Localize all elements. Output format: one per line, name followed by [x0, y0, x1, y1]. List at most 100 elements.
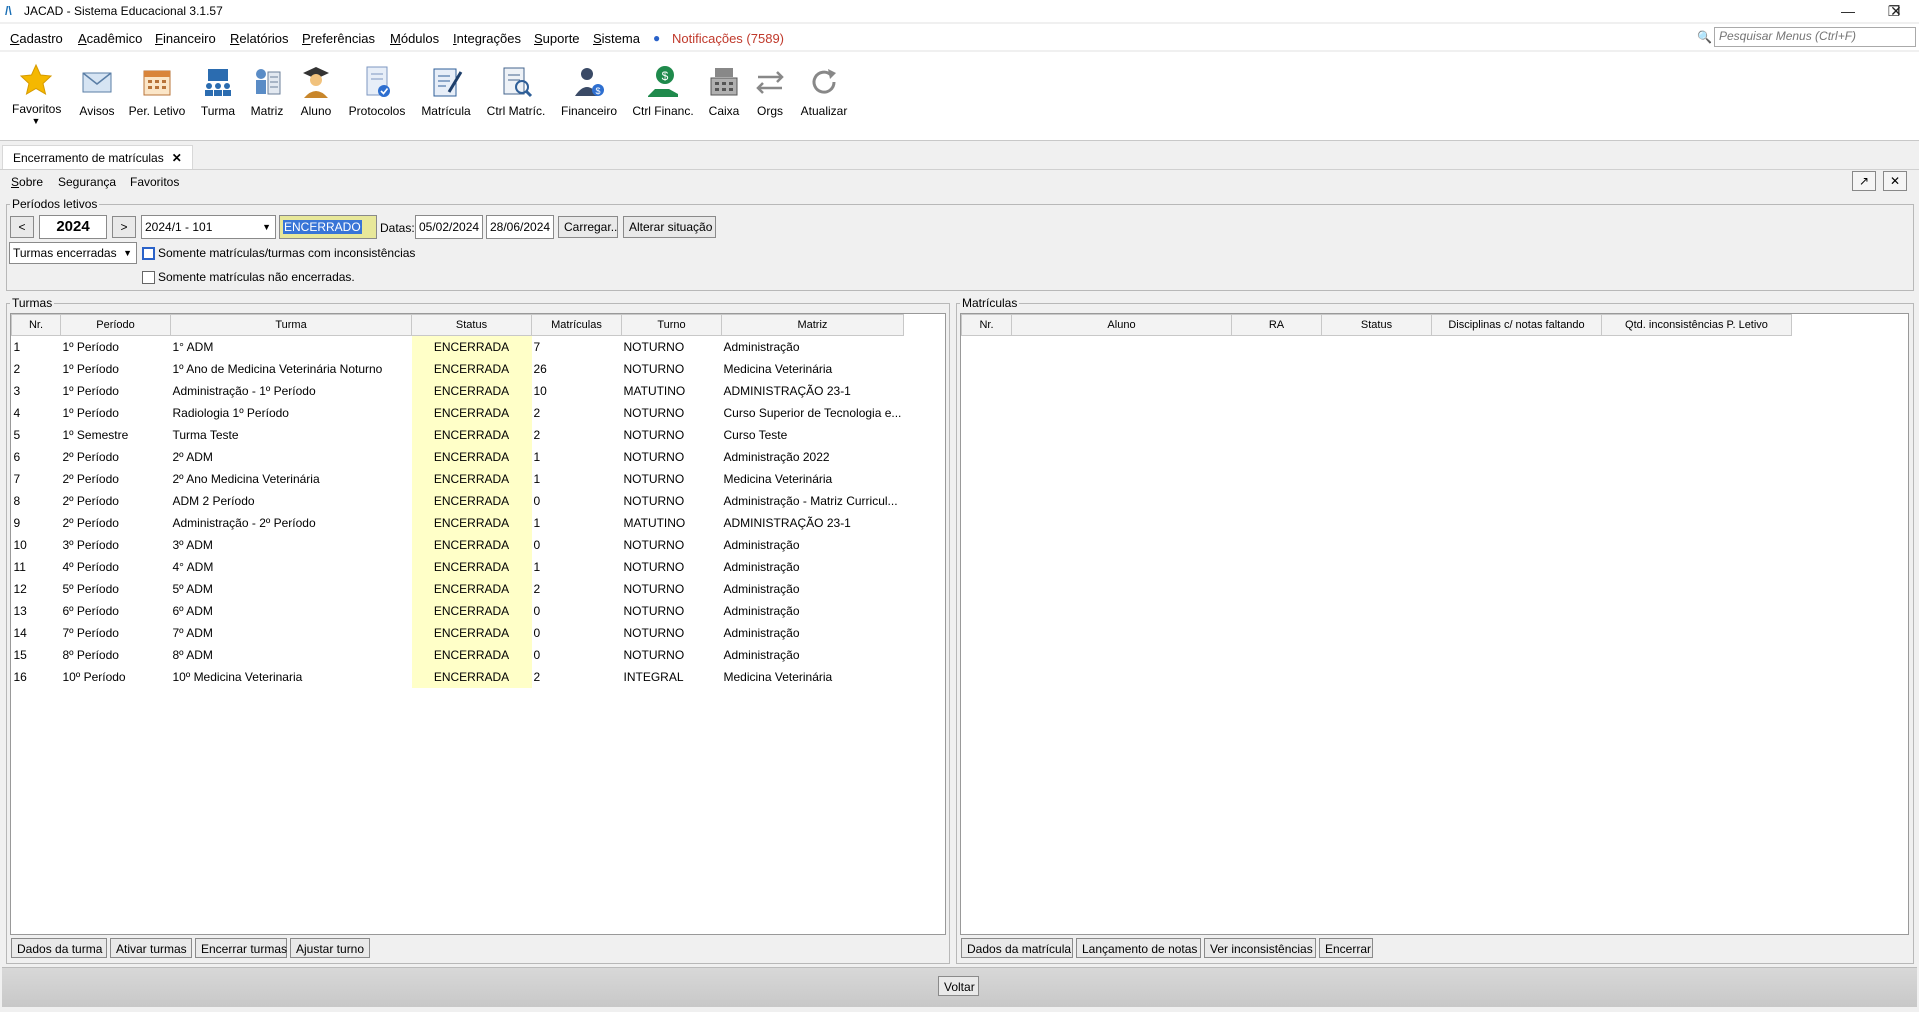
toolbar-matricula[interactable]: Matrícula [418, 64, 474, 118]
turmas-column-header[interactable]: Período [60, 314, 171, 336]
turmas-table: Nr. Período Turma Status Matrículas Turno Matr… [11, 314, 904, 688]
submenu-favoritos[interactable]: Favoritos [130, 175, 179, 189]
table-cell: 13 [13, 604, 27, 618]
table-cell: 9 [13, 516, 21, 530]
table-row[interactable]: 10 3º Período 3º ADM ENCERRADA 0 NOTURNO Admin… [12, 534, 904, 556]
turmas-title: Turmas [10, 296, 55, 310]
table-cell: Administração [723, 560, 800, 574]
toolbar-ctrl-financ[interactable]: $ Ctrl Financ. [630, 64, 696, 118]
prev-year-button[interactable]: < [10, 216, 34, 238]
voltar-button[interactable]: Voltar [938, 976, 979, 996]
table-row[interactable]: 5 1º Semestre Turma Teste ENCERRADA 2 NOTURNO… [12, 424, 904, 446]
toolbar-caixa[interactable]: Caixa [705, 64, 743, 118]
data-fim-field[interactable]: 28/06/2024 [486, 215, 554, 239]
detach-icon[interactable]: ↗ [1852, 171, 1876, 191]
menu-search-input[interactable] [1715, 28, 1913, 44]
matriculas-column-header[interactable]: Disciplinas c/ notas faltando [1431, 314, 1602, 336]
nao-encerradas-checkbox[interactable] [142, 271, 155, 284]
inconsistencias-checkbox[interactable] [142, 247, 155, 260]
student-icon [303, 67, 329, 98]
table-cell: ENCERRADA [411, 402, 532, 424]
matriculas-column-header[interactable]: Qtd. inconsistências P. Letivo [1601, 314, 1792, 336]
menu-modulos[interactable]: Módulos [390, 31, 439, 46]
submenu-seguranca[interactable]: Segurança [58, 175, 116, 189]
toolbar-turma[interactable]: Turma [198, 64, 238, 118]
table-cell: 8º ADM [172, 648, 213, 662]
ajustar-turno-button[interactable]: Ajustar turno [290, 938, 370, 958]
turmas-column-header[interactable]: Matrículas [531, 314, 622, 336]
menu-preferencias[interactable]: Preferências [302, 31, 375, 46]
table-cell: ENCERRADA [411, 556, 532, 578]
table-row[interactable]: 12 5º Período 5º ADM ENCERRADA 2 NOTURNO Admin… [12, 578, 904, 600]
table-cell: 1° ADM [172, 340, 214, 354]
encerrar-turmas-button[interactable]: Encerrar turmas [195, 938, 287, 958]
toolbar-protocolos[interactable]: Protocolos [346, 64, 408, 118]
turmas-column-header[interactable]: Turma [170, 314, 412, 336]
menu-academico[interactable]: Acadêmico [78, 31, 142, 46]
turmas-column-header[interactable]: Matriz [721, 314, 904, 336]
next-year-button[interactable]: > [112, 216, 136, 238]
table-row[interactable]: 6 2º Período 2º ADM ENCERRADA 1 NOTURNO Admini… [12, 446, 904, 468]
submenu-sobre[interactable]: Sobre [11, 175, 43, 189]
toolbar-favoritos[interactable]: Favoritos ▼ [12, 62, 61, 126]
tab-encerramento-matriculas[interactable]: Encerramento de matrículas ✕ [2, 145, 193, 170]
alterar-situacao-button[interactable]: Alterar situação [623, 216, 716, 238]
toolbar-orgs[interactable]: Orgs [752, 64, 788, 118]
table-cell: 2 [13, 362, 21, 376]
ativar-turmas-button[interactable]: Ativar turmas [110, 938, 192, 958]
toolbar-financeiro[interactable]: $ Financeiro [558, 64, 620, 118]
table-row[interactable]: 7 2º Período 2º Ano Medicina Veterinária EN… [12, 468, 904, 490]
matriculas-column-header[interactable]: Aluno [1011, 314, 1232, 336]
table-cell: MATUTINO [623, 516, 686, 530]
table-row[interactable]: 8 2º Período ADM 2 Período ENCERRADA 0 NOTURN… [12, 490, 904, 512]
table-row[interactable]: 11 4º Período 4° ADM ENCERRADA 1 NOTURNO Admin… [12, 556, 904, 578]
matriculas-column-header[interactable]: Nr. [961, 314, 1012, 336]
close-panel-icon[interactable]: ✕ [1883, 171, 1907, 191]
lancamento-notas-button[interactable]: Lançamento de notas [1076, 938, 1201, 958]
table-row[interactable]: 1 1º Período 1° ADM ENCERRADA 7 NOTURNO Admini… [12, 335, 904, 358]
toolbar-atualizar[interactable]: Atualizar [797, 64, 851, 118]
toolbar-matriz[interactable]: Matriz [248, 64, 286, 118]
matriculas-column-header[interactable]: RA [1231, 314, 1322, 336]
carregar-button[interactable]: Carregar.. [558, 216, 618, 238]
table-row[interactable]: 16 10º Período 10º Medicina Veterinaria ENC… [12, 666, 904, 688]
notifications-link[interactable]: Notificações (7589) [672, 31, 784, 46]
toolbar-avisos[interactable]: Avisos [74, 64, 120, 118]
toolbar-per-letivo[interactable]: Per. Letivo [128, 64, 186, 118]
menu-suporte[interactable]: Suporte [534, 31, 580, 46]
close-window-button[interactable]: ✕ [1873, 0, 1919, 22]
dados-matricula-button[interactable]: Dados da matrícula [961, 938, 1073, 958]
table-row[interactable]: 13 6º Período 6º ADM ENCERRADA 0 NOTURNO Admin… [12, 600, 904, 622]
table-row[interactable]: 9 2º Período Administração - 2º Período ENC… [12, 512, 904, 534]
turmas-column-header[interactable]: Nr. [11, 314, 61, 336]
toolbar-aluno[interactable]: Aluno [295, 64, 337, 118]
table-row[interactable]: 4 1º Período Radiologia 1º Período ENCERRAD… [12, 402, 904, 424]
minimize-button[interactable]: — [1825, 0, 1871, 22]
dados-turma-button[interactable]: Dados da turma [11, 938, 107, 958]
menu-integracoes[interactable]: Integrações [453, 31, 521, 46]
year-field[interactable]: 2024 [39, 215, 107, 239]
table-row[interactable]: 14 7º Período 7º ADM ENCERRADA 0 NOTURNO Admin… [12, 622, 904, 644]
turmas-column-header[interactable]: Turno [621, 314, 722, 336]
table-row[interactable]: 15 8º Período 8º ADM ENCERRADA 0 NOTURNO Admin… [12, 644, 904, 666]
filtro-turmas-select[interactable]: Turmas encerradas ▼ [9, 242, 137, 264]
close-tab-icon[interactable]: ✕ [172, 151, 182, 165]
encerrar-button[interactable]: Encerrar [1319, 938, 1373, 958]
toolbar-ctrl-matric[interactable]: Ctrl Matríc. [484, 64, 548, 118]
periodo-select[interactable]: 2024/1 - 101 ▼ [141, 215, 276, 239]
menu-relatorios[interactable]: Relatórios [230, 31, 289, 46]
data-inicio-field[interactable]: 05/02/2024 [415, 215, 483, 239]
table-row[interactable]: 3 1º Período Administração - 1º Período ENC… [12, 380, 904, 402]
situacao-field[interactable]: ENCERRADO [279, 215, 377, 239]
table-cell: 6 [13, 450, 21, 464]
turmas-column-header[interactable]: Status [411, 314, 532, 336]
table-cell: ENCERRADA [411, 666, 532, 688]
menu-cadastro[interactable]: Cadastro [10, 31, 63, 46]
ver-inconsistencias-button[interactable]: Ver inconsistências [1204, 938, 1316, 958]
table-cell: Administração [723, 604, 800, 618]
table-row[interactable]: 2 1º Período 1º Ano de Medicina Veterinári… [12, 358, 904, 380]
matriculas-column-header[interactable]: Status [1321, 314, 1432, 336]
enrollment-control-icon [503, 67, 533, 98]
menu-financeiro[interactable]: Financeiro [155, 31, 216, 46]
menu-sistema[interactable]: Sistema [593, 31, 640, 46]
